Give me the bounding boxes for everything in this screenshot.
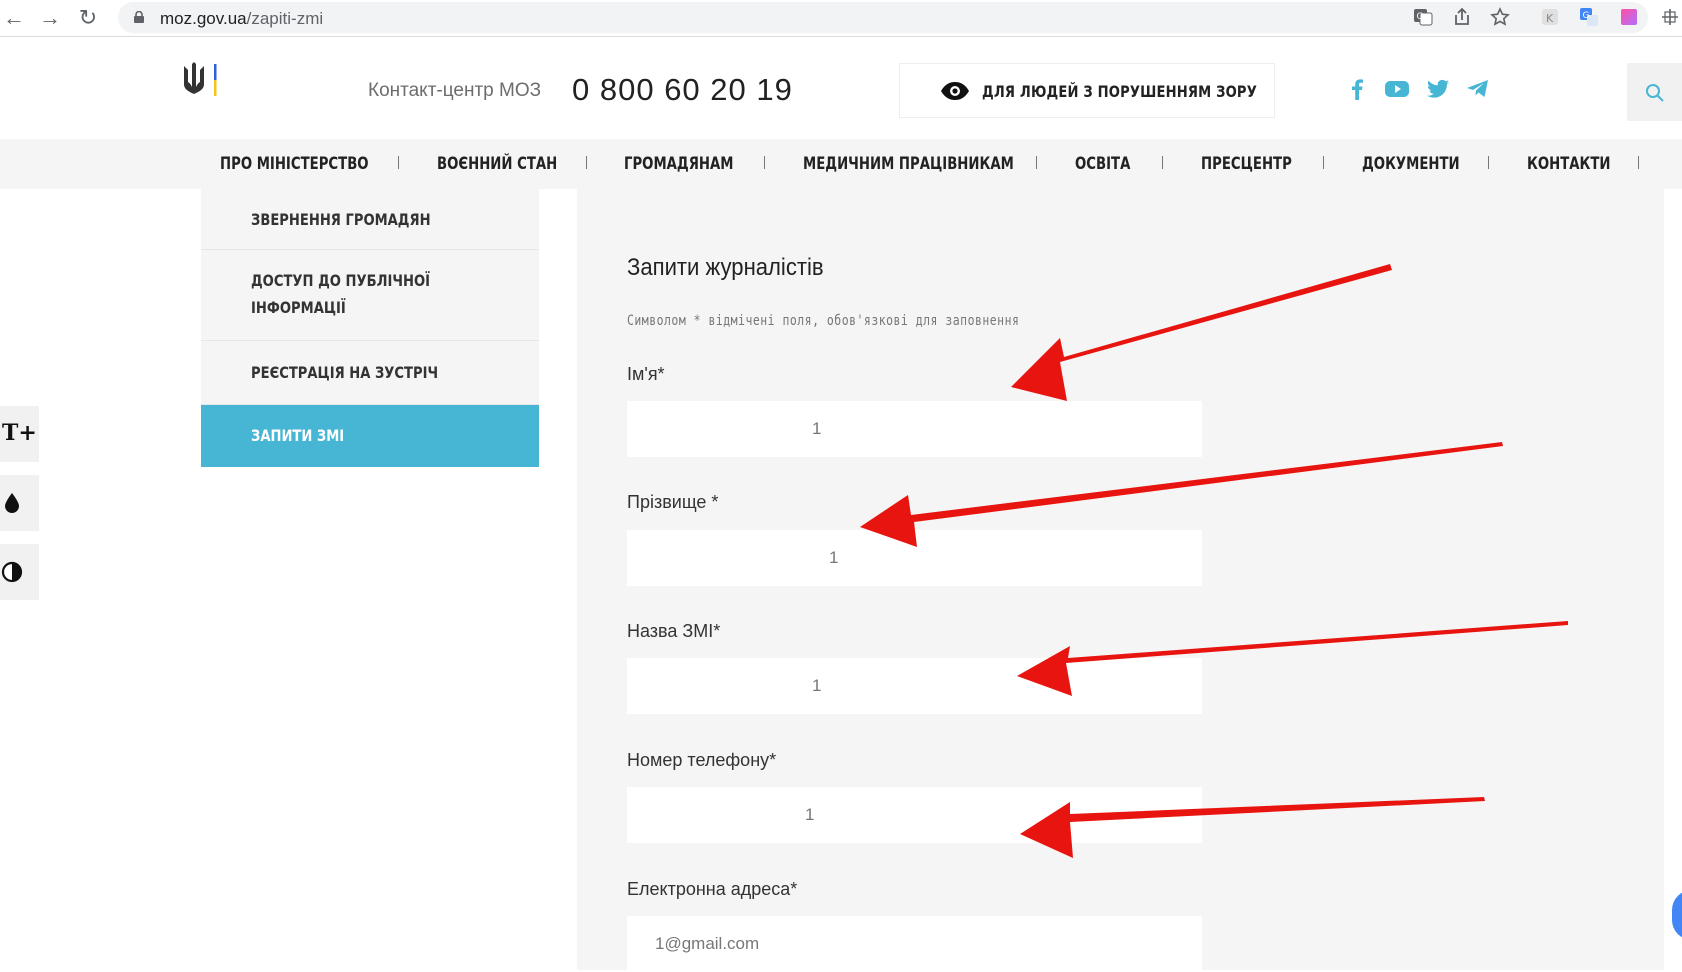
nav-item-education[interactable]: ОСВІТА — [1075, 154, 1130, 174]
sidebar-item-meeting-registration[interactable]: РЕЄСТРАЦІЯ НА ЗУСТРІЧ — [201, 341, 539, 405]
share-icon[interactable] — [1452, 7, 1472, 27]
drop-icon — [5, 493, 19, 513]
sidebar-item-label: ДОСТУП ДО ПУБЛІЧНОЇ ІНФОРМАЦІЇ — [251, 271, 430, 317]
telegram-icon[interactable] — [1466, 78, 1490, 100]
svg-text:K: K — [1546, 12, 1554, 25]
contact-center-label: Контакт-центр МОЗ — [368, 80, 542, 101]
nav-separator — [586, 156, 587, 169]
first-name-label: Ім'я* — [627, 364, 665, 384]
phone-number-label: Номер телефону* — [627, 750, 777, 770]
sidebar-item-public-info[interactable]: ДОСТУП ДО ПУБЛІЧНОЇ ІНФОРМАЦІЇ — [201, 250, 539, 341]
sidebar-item-label: РЕЄСТРАЦІЯ НА ЗУСТРІЧ — [251, 363, 439, 382]
font-size-icon: T+ — [2, 420, 37, 446]
right-margin — [1664, 189, 1682, 970]
bookmark-star-icon[interactable] — [1490, 7, 1510, 27]
font-size-button[interactable]: T+ — [0, 406, 39, 462]
media-name-input[interactable] — [627, 658, 1202, 714]
phone-number-input[interactable] — [627, 787, 1202, 843]
nav-item-contacts[interactable]: КОНТАКТИ — [1527, 154, 1610, 174]
color-mode-button[interactable] — [0, 475, 39, 531]
nav-item-medical-workers[interactable]: МЕДИЧНИМ ПРАЦІВНИКАМ — [803, 154, 1014, 174]
contrast-button[interactable] — [0, 544, 39, 600]
sidebar-item-citizen-appeals[interactable]: ЗВЕРНЕННЯ ГРОМАДЯН — [201, 189, 539, 250]
google-translate-icon[interactable]: G — [1579, 7, 1599, 27]
first-name-input[interactable] — [627, 401, 1202, 457]
svg-text:G: G — [1417, 12, 1424, 22]
nav-separator — [1638, 156, 1639, 169]
search-button[interactable] — [1627, 63, 1682, 121]
extension-icon[interactable]: K — [1540, 7, 1560, 27]
nav-separator — [398, 156, 399, 169]
nav-item-press-center[interactable]: ПРЕСЦЕНТР — [1201, 154, 1292, 174]
contrast-icon — [1, 561, 23, 583]
svg-text:G: G — [1583, 11, 1590, 21]
form-title: Запити журналістів — [627, 254, 824, 281]
nav-separator — [1323, 156, 1324, 169]
media-name-label: Назва ЗМІ* — [627, 621, 721, 641]
eye-icon — [941, 82, 969, 100]
required-fields-note: Символом * відмічені поля, обов'язкові д… — [627, 313, 1020, 329]
nav-separator — [1488, 156, 1489, 169]
nav-separator — [1162, 156, 1163, 169]
trident-logo-icon[interactable] — [180, 62, 220, 98]
nav-item-martial-law[interactable]: ВОЄННИЙ СТАН — [437, 154, 557, 174]
main-navigation: ПРО МІНІСТЕРСТВО ВОЄННИЙ СТАН ГРОМАДЯНАМ… — [0, 139, 1682, 189]
email-input[interactable] — [627, 916, 1202, 972]
last-name-label: Прізвище * — [627, 492, 719, 512]
nav-item-citizens[interactable]: ГРОМАДЯНАМ — [624, 154, 733, 174]
nav-item-documents[interactable]: ДОКУМЕНТИ — [1362, 154, 1460, 174]
sidebar-item-media-requests[interactable]: ЗАПИТИ ЗМІ — [201, 405, 539, 467]
facebook-icon[interactable] — [1345, 78, 1369, 100]
sidebar-menu: ЗВЕРНЕННЯ ГРОМАДЯН ДОСТУП ДО ПУБЛІЧНОЇ І… — [201, 189, 539, 467]
sidebar-item-label: ЗВЕРНЕННЯ ГРОМАДЯН — [251, 210, 431, 229]
color-extension-icon[interactable] — [1619, 7, 1639, 27]
youtube-icon[interactable] — [1385, 78, 1409, 100]
contact-phone[interactable]: 0 800 60 20 19 — [572, 72, 793, 108]
twitter-icon[interactable] — [1426, 78, 1450, 100]
nav-separator — [764, 156, 765, 169]
nav-separator — [1036, 156, 1037, 169]
email-label: Електронна адреса* — [627, 879, 798, 899]
translate-icon[interactable]: G — [1413, 7, 1433, 27]
crosshair-icon[interactable] — [1660, 7, 1680, 27]
forward-icon[interactable]: → — [36, 4, 64, 32]
low-vision-label: ДЛЯ ЛЮДЕЙ З ПОРУШЕННЯМ ЗОРУ — [982, 82, 1257, 101]
nav-item-about[interactable]: ПРО МІНІСТЕРСТВО — [220, 154, 369, 174]
browser-toolbar: ← → ↻ moz.gov.ua/zapiti-zmi G K G — [0, 0, 1682, 37]
last-name-input[interactable] — [627, 530, 1202, 586]
search-icon — [1646, 84, 1664, 102]
lock-icon — [134, 11, 144, 23]
sidebar-item-label: ЗАПИТИ ЗМІ — [251, 426, 345, 445]
reload-icon[interactable]: ↻ — [74, 4, 102, 32]
url-text: moz.gov.ua/zapiti-zmi — [160, 9, 324, 28]
low-vision-button[interactable]: ДЛЯ ЛЮДЕЙ З ПОРУШЕННЯМ ЗОРУ — [899, 63, 1275, 118]
back-icon[interactable]: ← — [0, 4, 28, 32]
